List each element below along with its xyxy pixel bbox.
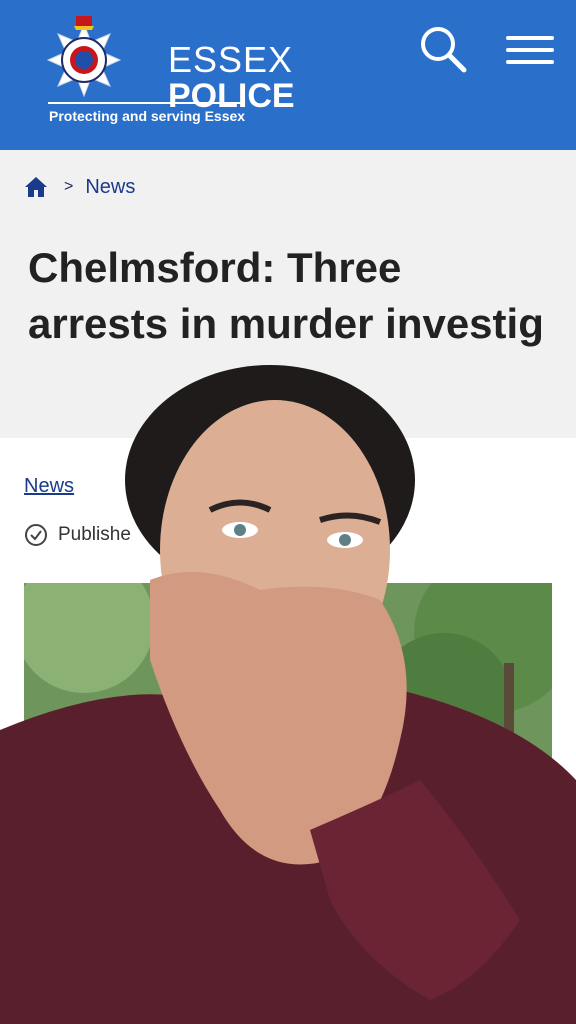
hamburger-menu-icon [506,48,554,52]
breadcrumb-news-link[interactable]: News [85,176,135,199]
search-icon [421,27,467,73]
page-title: Chelmsford: Three arrests in murder inve… [28,244,544,347]
site-header: ESSEX POLICE Protecting and serving Esse… [0,0,576,150]
search-button[interactable] [416,24,472,76]
menu-button[interactable] [502,28,558,72]
hamburger-menu-icon [506,60,554,64]
home-icon[interactable] [24,175,48,199]
breadcrumb-separator: > [64,178,74,195]
police-crest-icon [46,16,122,98]
brand-essex: ESSEX [168,39,294,80]
tagline: Protecting and serving Essex [49,108,246,124]
breadcrumb: > News [24,172,135,202]
hamburger-menu-icon [506,36,554,40]
person-overlay [0,365,576,1024]
logo-divider [48,102,242,104]
